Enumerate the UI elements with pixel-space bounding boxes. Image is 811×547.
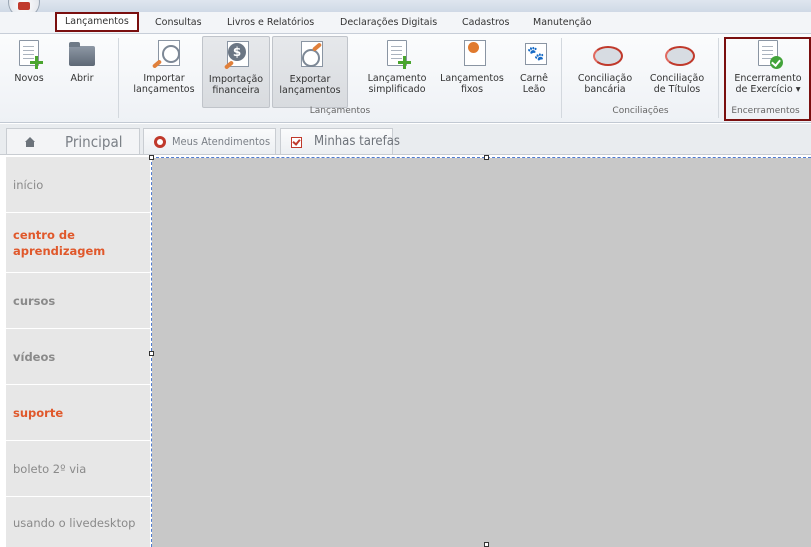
simplificado-label-2: simplificado	[368, 84, 426, 95]
abrir-button[interactable]: Abrir	[62, 36, 102, 106]
ribbon-tab-bar: Lançamentos Consultas Livros e Relatório…	[0, 12, 811, 34]
fixos-label-2: fixos	[460, 84, 484, 95]
home-icon	[25, 137, 35, 147]
importacao-label-2: financeira	[212, 85, 260, 96]
new-document-icon	[15, 40, 43, 70]
sidebar-item-boleto[interactable]: boleto 2º via	[6, 442, 150, 497]
titulos-label-1: Conciliação	[649, 73, 705, 84]
novos-button[interactable]: Novos	[12, 36, 46, 106]
import-clock-icon	[150, 40, 180, 70]
exportar-lancamentos-button[interactable]: Exportar lançamentos	[272, 36, 348, 108]
lancamento-simplificado-button[interactable]: Lançamento simplificado	[362, 36, 432, 106]
selection-border-top	[151, 157, 811, 158]
bancaria-label-1: Conciliação	[577, 73, 633, 84]
importar-lancamentos-button[interactable]: Importar lançamentos	[130, 36, 198, 106]
ribbon-separator	[718, 38, 719, 118]
paw-icon: 🐾	[520, 40, 548, 70]
tab-principal-label: Principal	[65, 133, 123, 151]
bank-reconcile-icon	[591, 40, 623, 70]
fixos-label-1: Lançamentos	[440, 73, 504, 84]
carne-leao-button[interactable]: 🐾 Carnê Leão	[514, 36, 554, 106]
tab-minhas-tarefas[interactable]: Minhas tarefas	[280, 128, 400, 154]
ribbon-separator	[561, 38, 562, 118]
support-icon	[154, 136, 166, 148]
novos-label: Novos	[14, 73, 44, 84]
application-window: Lançamentos Consultas Livros e Relatório…	[0, 0, 811, 547]
abrir-label: Abrir	[70, 73, 94, 84]
simplificado-label-1: Lançamento	[367, 73, 427, 84]
resize-handle[interactable]	[149, 155, 154, 160]
tab-meus-atendimentos[interactable]: Meus Atendimentos	[143, 128, 276, 154]
tab-manutencao[interactable]: Manutenção	[533, 14, 592, 31]
importar-label-2: lançamentos	[133, 84, 195, 95]
tab-tarefas-label: Minhas tarefas	[314, 134, 400, 149]
lancamentos-fixos-button[interactable]: Lançamentos fixos	[437, 36, 507, 106]
ribbon-separator	[118, 38, 119, 118]
exportar-label-1: Exportar	[289, 74, 331, 85]
sidebar-item-centro-aprendizagem[interactable]: centro de aprendizagem	[6, 214, 150, 273]
tab-cadastros[interactable]: Cadastros	[462, 14, 509, 31]
exportar-label-2: lançamentos	[279, 85, 341, 96]
sidebar-item-videos[interactable]: vídeos	[6, 330, 150, 385]
resize-handle[interactable]	[484, 542, 489, 547]
title-strip	[0, 0, 811, 18]
highlight-annotation-box	[724, 37, 811, 121]
importar-label-1: Importar	[143, 73, 185, 84]
dollar-icon: $	[222, 41, 250, 71]
titulos-label-2: de Títulos	[653, 84, 701, 95]
sidebar: início centro de aprendizagem cursos víd…	[6, 157, 150, 547]
conciliacao-titulos-button[interactable]: Conciliação de Títulos	[644, 36, 710, 106]
sidebar-item-inicio[interactable]: início	[6, 157, 150, 213]
resize-handle[interactable]	[484, 155, 489, 160]
export-clock-icon	[296, 41, 324, 71]
ribbon: Novos Abrir Importar lançamentos $ Impor…	[0, 34, 811, 123]
tab-consultas[interactable]: Consultas	[155, 14, 202, 31]
tab-principal[interactable]: Principal	[6, 128, 140, 154]
group-label-conciliacoes: Conciliações	[612, 106, 669, 116]
resize-handle[interactable]	[149, 351, 154, 356]
pin-icon	[458, 40, 486, 70]
carne-label-2: Leão	[522, 84, 546, 95]
group-label-lancamentos: Lançamentos	[309, 106, 371, 116]
bancaria-label-2: bancária	[584, 84, 626, 95]
document-tab-bar: Principal Meus Atendimentos Minhas taref…	[0, 124, 811, 155]
tab-atendimentos-label: Meus Atendimentos	[172, 135, 271, 148]
content-area	[152, 158, 811, 547]
sidebar-item-cursos[interactable]: cursos	[6, 274, 150, 329]
tab-livros-relatorios[interactable]: Livros e Relatórios	[227, 14, 314, 31]
importacao-label-1: Importação	[208, 74, 264, 85]
sidebar-item-suporte[interactable]: suporte	[6, 386, 150, 441]
carne-label-1: Carnê	[519, 73, 549, 84]
importacao-financeira-button[interactable]: $ Importação financeira	[202, 36, 270, 108]
title-reconcile-icon	[663, 40, 695, 70]
new-entry-icon	[383, 40, 411, 70]
folder-icon	[68, 40, 96, 70]
checkbox-icon	[291, 137, 302, 148]
tab-declaracoes-digitais[interactable]: Declarações Digitais	[340, 14, 437, 31]
tab-lancamentos[interactable]: Lançamentos	[55, 12, 139, 32]
sidebar-item-usando-livedesktop[interactable]: usando o livedesktop	[6, 498, 150, 547]
conciliacao-bancaria-button[interactable]: Conciliação bancária	[572, 36, 638, 106]
app-menu-icon	[18, 2, 30, 10]
